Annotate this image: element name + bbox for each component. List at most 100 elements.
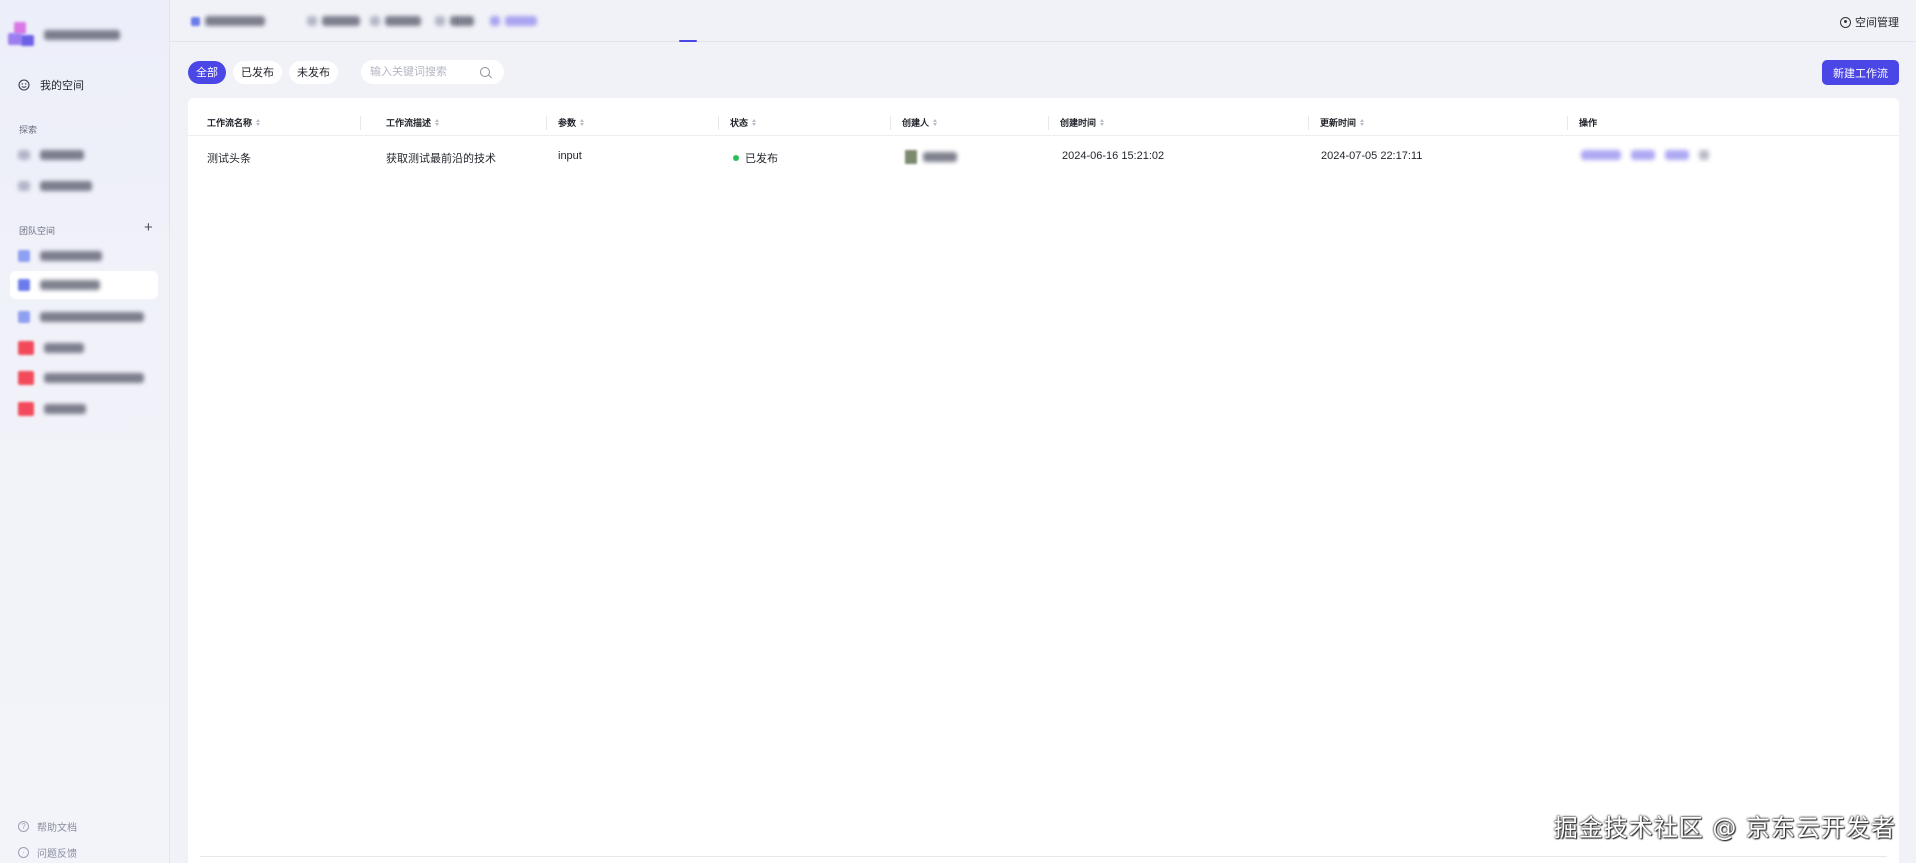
team-avatar-icon [18, 341, 34, 355]
explore-icon-blurred [18, 181, 30, 191]
cell-created-at: 2024-06-16 15:21:02 [1062, 150, 1165, 162]
sidebar-item-team-1[interactable] [10, 242, 158, 270]
smile-icon [18, 79, 30, 91]
explore-icon-blurred [18, 150, 30, 160]
feedback-link[interactable]: · 问题反馈 [18, 845, 77, 860]
tab-4[interactable] [435, 14, 474, 28]
question-icon: ? [18, 821, 29, 832]
sidebar-item-team-2[interactable] [10, 271, 158, 299]
tab-icon-blurred [370, 16, 380, 26]
column-header-description[interactable]: 工作流描述 [386, 116, 440, 129]
sort-icon [933, 119, 938, 126]
team-avatar-icon [18, 371, 34, 385]
tab-2[interactable] [307, 14, 360, 28]
sort-icon [1360, 119, 1365, 126]
column-header-created-at[interactable]: 创建时间 [1060, 116, 1105, 129]
top-nav: 空间管理 [170, 0, 1916, 42]
sidebar-item-label-blurred [40, 312, 144, 322]
table-header: 工作流名称 工作流描述 参数 状态 创建人 创建时间 更新时间 操作 [188, 112, 1899, 136]
team-avatar-icon [18, 279, 30, 291]
sidebar-item-explore-1[interactable] [10, 141, 158, 169]
cell-status: 已发布 [733, 150, 778, 166]
team-avatar-icon [18, 311, 30, 323]
tab-icon-blurred [435, 16, 445, 26]
tab-icon [191, 16, 200, 26]
sidebar-item-label-blurred [44, 404, 86, 414]
feedback-label: 问题反馈 [37, 849, 77, 860]
community-watermark: 掘金技术社区 @ 京东云开发者 [1553, 814, 1896, 842]
column-header-status[interactable]: 状态 [730, 116, 757, 129]
more-icon[interactable] [1699, 150, 1709, 160]
team-avatar-icon [18, 402, 34, 416]
sidebar-item-label-blurred [44, 373, 144, 383]
tab-1[interactable] [191, 14, 265, 28]
sidebar-item-explore-2[interactable] [10, 172, 158, 200]
filter-all[interactable]: 全部 [188, 60, 226, 84]
sidebar-item-label-blurred [40, 251, 102, 261]
filter-published[interactable]: 已发布 [233, 60, 282, 84]
gear-icon [1840, 16, 1851, 28]
new-workflow-button[interactable]: 新建工作流 [1822, 60, 1899, 85]
action-link-1[interactable] [1581, 150, 1621, 160]
column-header-params[interactable]: 参数 [558, 116, 585, 129]
app-logo [8, 22, 36, 48]
avatar [905, 150, 917, 164]
help-doc-label: 帮助文档 [37, 823, 77, 834]
sidebar-item-label-blurred [40, 280, 100, 290]
sort-icon [752, 119, 757, 126]
filter-bar: 全部 已发布 未发布 [188, 60, 504, 84]
tab-label-blurred [505, 16, 537, 26]
search-box [361, 60, 504, 84]
workspace-switcher[interactable] [8, 22, 120, 48]
tab-label-blurred [205, 16, 265, 26]
status-label: 已发布 [745, 153, 778, 165]
sort-icon [1100, 119, 1105, 126]
column-header-name[interactable]: 工作流名称 [207, 116, 261, 129]
filter-unpublished[interactable]: 未发布 [289, 60, 338, 84]
column-header-updated-at[interactable]: 更新时间 [1320, 116, 1365, 129]
tab-icon-blurred [490, 16, 500, 26]
tab-3[interactable] [370, 14, 421, 28]
column-header-creator[interactable]: 创建人 [902, 116, 938, 129]
sidebar-item-my-space[interactable]: 我的空间 [10, 71, 158, 99]
status-dot-icon [733, 155, 739, 161]
space-management-button[interactable]: 空间管理 [1840, 14, 1899, 30]
sidebar-item-team-4[interactable] [10, 334, 158, 362]
cell-updated-at: 2024-07-05 22:17:11 [1321, 150, 1423, 162]
sidebar-item-label: 我的空间 [40, 80, 84, 92]
action-link-2[interactable] [1631, 150, 1655, 160]
cell-creator [905, 150, 957, 164]
column-header-actions: 操作 [1579, 118, 1598, 128]
space-management-label: 空间管理 [1855, 17, 1899, 29]
sidebar-item-team-6[interactable] [10, 395, 158, 423]
sidebar-item-team-3[interactable] [10, 303, 158, 331]
tab-icon-blurred [307, 16, 317, 26]
sidebar: 我的空间 探索 团队空间 + ? 帮助文档 · 问题反馈 [0, 0, 170, 863]
help-doc-link[interactable]: ? 帮助文档 [18, 819, 77, 834]
creator-name-blurred [923, 152, 957, 162]
cell-actions [1581, 150, 1709, 160]
sidebar-item-team-5[interactable] [10, 364, 158, 392]
cell-description: 获取测试最前沿的技术 [386, 153, 496, 165]
team-space-section-title: 团队空间 [19, 226, 56, 236]
team-avatar-icon [18, 250, 30, 262]
sidebar-item-label-blurred [44, 343, 84, 353]
workflow-table-card: 工作流名称 工作流描述 参数 状态 创建人 创建时间 更新时间 操作 测试头条 … [188, 98, 1899, 863]
sidebar-item-label-blurred [40, 181, 92, 191]
tab-label-blurred [322, 16, 360, 26]
search-input[interactable] [370, 66, 480, 78]
cell-params: input [558, 150, 582, 162]
cell-name: 测试头条 [207, 153, 251, 165]
sort-icon [435, 119, 440, 126]
add-team-space-icon[interactable]: + [144, 220, 153, 235]
workspace-name-blurred [44, 30, 120, 40]
explore-section-title: 探索 [19, 125, 38, 135]
search-icon[interactable] [480, 67, 490, 77]
active-tab-indicator [679, 40, 697, 42]
sort-icon [256, 119, 261, 126]
tab-label-blurred [385, 16, 421, 26]
tab-workflow-active[interactable] [490, 14, 537, 28]
table-bottom-divider [200, 856, 1887, 857]
sidebar-item-label-blurred [40, 150, 84, 160]
action-link-3[interactable] [1665, 150, 1689, 160]
